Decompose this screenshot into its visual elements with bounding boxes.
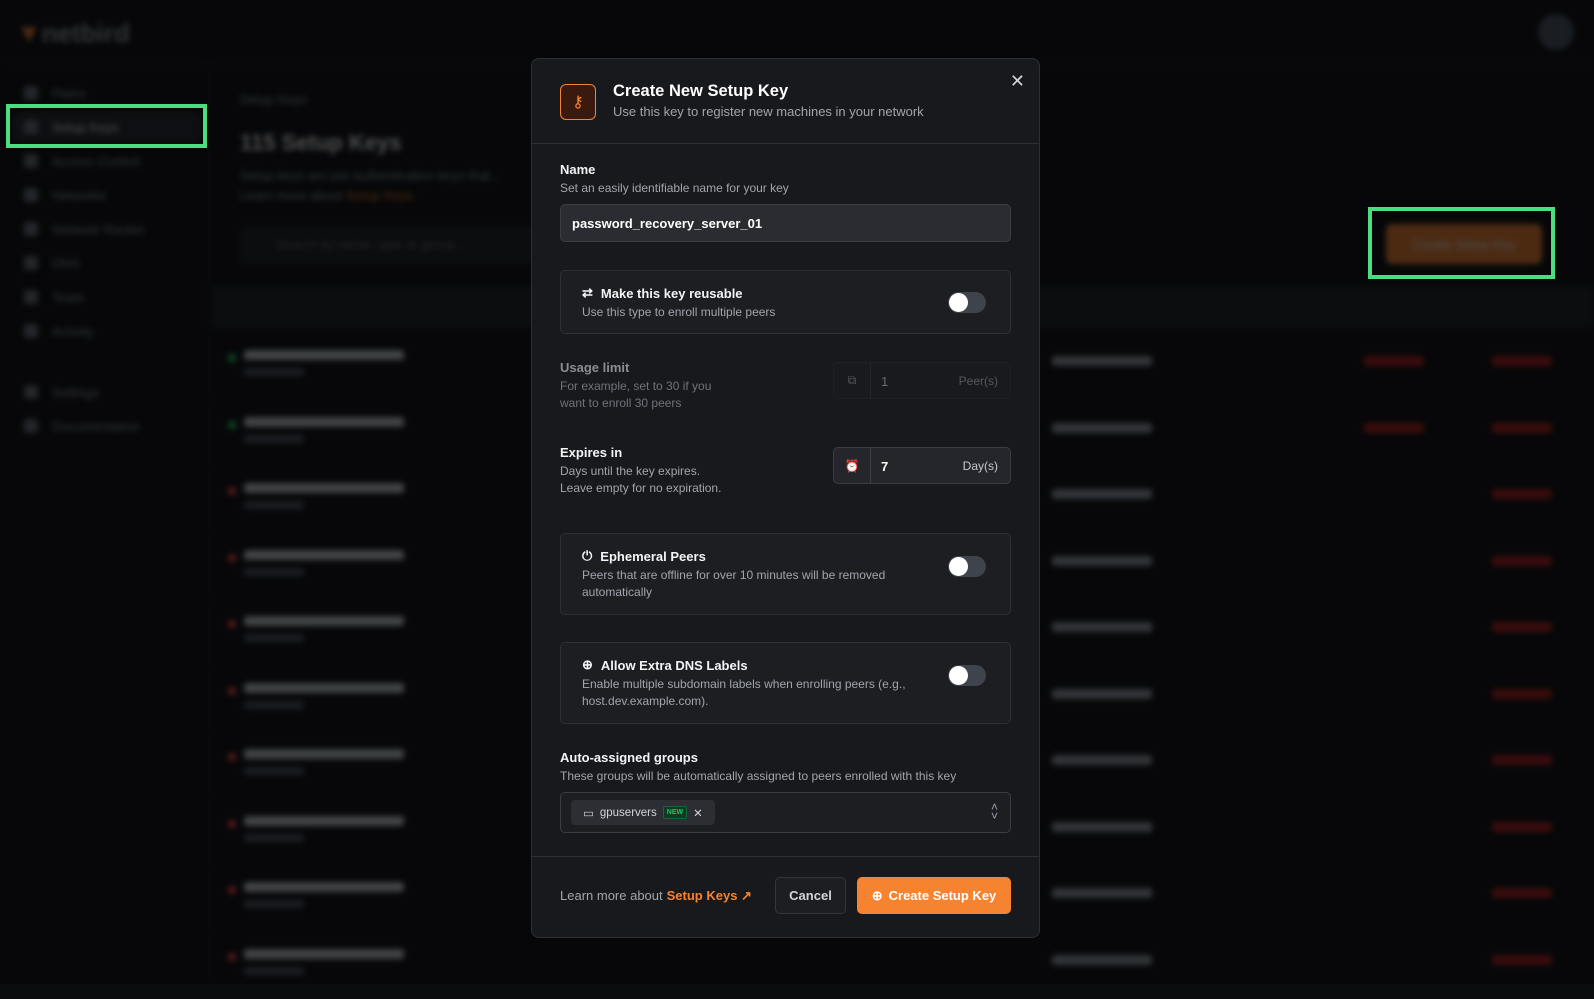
dialog-footer: Learn more about Setup Keys ↗ Cancel ⊕ Cre…	[532, 856, 1039, 937]
reusable-card: ⇄ Make this key reusable Use this type to…	[560, 270, 1011, 334]
dialog-subtitle: Use this key to register new machines in…	[613, 104, 924, 119]
repeat-icon: ⇄	[582, 285, 593, 300]
plus-circle-icon: ⊕	[871, 887, 883, 903]
expires-label: Expires in	[560, 445, 623, 460]
new-badge: NEW	[662, 806, 688, 819]
name-label: Name	[560, 162, 596, 177]
folder-icon: ▭	[583, 807, 594, 820]
groups-hint: These groups will be automatically assig…	[560, 769, 957, 783]
highlight-box	[6, 104, 207, 148]
alarm-clock-icon: ⏰	[834, 448, 871, 483]
usage-limit-label: Usage limit	[560, 360, 630, 375]
dialog-title: Create New Setup Key	[613, 82, 789, 100]
usage-limit-hint: For example, set to 30 if you want to en…	[560, 379, 712, 410]
remove-group-icon[interactable]: ✕	[693, 806, 703, 820]
highlight-box	[1368, 207, 1555, 279]
dns-labels-card: ⊕ Allow Extra DNS Labels Enable multiple …	[560, 642, 1011, 724]
groups-label: Auto-assigned groups	[560, 750, 698, 765]
power-off-icon: ⏻	[582, 548, 593, 563]
create-setup-key-button[interactable]: ⊕ Create Setup Key	[857, 877, 1011, 914]
group-chip: ▭ gpuservers NEW ✕	[571, 800, 715, 825]
setup-keys-docs-link[interactable]: Setup Keys ↗	[667, 888, 752, 903]
create-setup-key-dialog: ⚷ Create New Setup Key Use this key to r…	[531, 58, 1040, 938]
cancel-button[interactable]: Cancel	[775, 877, 846, 914]
ephemeral-card: ⏻ Ephemeral Peers Peers that are offline …	[560, 533, 1011, 615]
dns-labels-toggle[interactable]	[948, 665, 986, 686]
ephemeral-toggle[interactable]	[948, 556, 986, 577]
expires-hint: Days until the key expires. Leave empty f…	[560, 464, 722, 495]
globe-icon: ⊕	[582, 657, 593, 672]
devices-icon: ⧉	[834, 363, 871, 398]
name-input[interactable]: password_recovery_server_01	[560, 204, 1011, 242]
chevron-up-down-icon[interactable]: ˄ ˅	[991, 801, 998, 822]
groups-select[interactable]: ▭ gpuservers NEW ✕ ˄ ˅	[560, 792, 1011, 833]
usage-limit-input[interactable]: ⧉ 1 Peer(s)	[833, 362, 1011, 399]
close-icon[interactable]: ✕	[1010, 71, 1025, 92]
reusable-toggle[interactable]	[948, 292, 986, 313]
name-hint: Set an easily identifiable name for your…	[560, 181, 789, 195]
expires-input[interactable]: ⏰ 7 Day(s)	[833, 447, 1011, 484]
key-icon: ⚷	[560, 84, 596, 120]
